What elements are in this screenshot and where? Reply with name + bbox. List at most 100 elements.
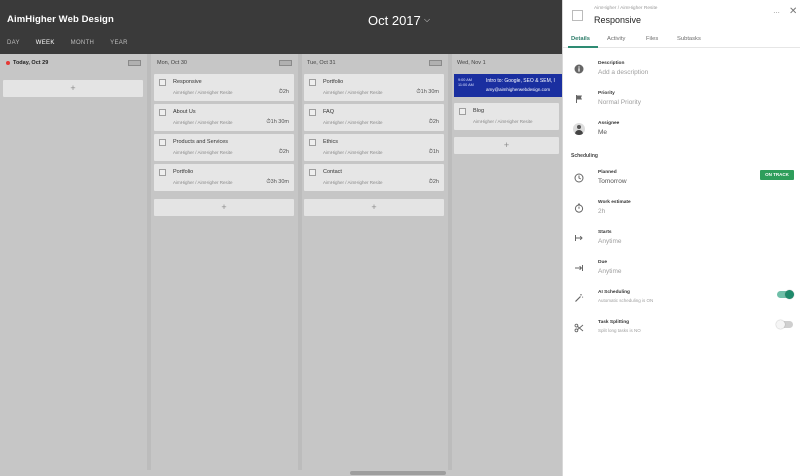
tab-subtasks[interactable]: Subtasks xyxy=(677,36,701,42)
task-duration: ⏱2h xyxy=(278,149,289,155)
task-card[interactable]: Ethics AimHigher / AimHigher Resite ⏱1h xyxy=(304,134,444,161)
month-title[interactable]: Oct 2017 xyxy=(368,13,421,28)
task-checkbox[interactable] xyxy=(309,109,316,116)
day-header: Mon, Oct 30 xyxy=(157,60,187,66)
description-row[interactable]: Description Add a description xyxy=(563,59,800,87)
description-input[interactable]: Add a description xyxy=(598,69,648,76)
due-arrow-icon xyxy=(573,263,585,275)
assignee-row[interactable]: Assignee Me xyxy=(563,119,800,147)
day-capacity-indicator xyxy=(128,60,141,66)
panel-tabs: Details Activity Files Subtasks xyxy=(563,30,800,48)
task-checkbox[interactable] xyxy=(159,109,166,116)
task-duration: ⏱1h 30m xyxy=(416,89,439,95)
view-switcher: DAY WEEK MONTH YEAR xyxy=(0,40,137,52)
clock-icon xyxy=(573,173,585,185)
task-card[interactable]: Blog AimHigher / AimHigher Resite xyxy=(454,103,559,130)
work-estimate-row[interactable]: Work estimate 2h xyxy=(563,198,800,226)
view-tab-day[interactable]: DAY xyxy=(7,40,20,52)
add-task-button[interactable]: + xyxy=(154,199,294,216)
task-checkbox[interactable] xyxy=(309,169,316,176)
tab-activity[interactable]: Activity xyxy=(607,36,625,42)
task-checkbox[interactable] xyxy=(159,169,166,176)
start-arrow-icon xyxy=(573,233,585,245)
assignee-value[interactable]: Me xyxy=(598,129,607,136)
starts-label: Starts xyxy=(598,230,612,235)
task-card[interactable]: Responsive AimHigher / AimHigher Resite … xyxy=(154,74,294,101)
view-tab-week[interactable]: WEEK xyxy=(36,40,55,52)
active-tab-indicator xyxy=(568,46,598,48)
add-task-button[interactable]: + xyxy=(3,80,143,97)
add-task-button[interactable]: + xyxy=(454,137,559,154)
status-badge: ON TRACK xyxy=(760,170,794,180)
description-label: Description xyxy=(598,61,625,66)
day-header: Wed, Nov 1 xyxy=(457,60,486,66)
avatar xyxy=(573,123,585,135)
event-email: amy@aimhigherwebdesign.com xyxy=(486,87,551,92)
ai-scheduling-toggle[interactable] xyxy=(777,290,794,299)
ai-scheduling-status: Automatic scheduling is ON xyxy=(598,298,654,303)
breadcrumb[interactable]: AimHigher / AimHigher Resite xyxy=(594,6,657,11)
add-task-button[interactable]: + xyxy=(304,199,444,216)
more-options-icon[interactable]: ··· xyxy=(773,8,780,17)
task-duration: ⏱3h 30m xyxy=(266,179,289,185)
event-time: 9:00 AM 11:00 AM xyxy=(458,78,474,87)
planned-value[interactable]: Tomorrow xyxy=(598,178,627,185)
priority-label: Priority xyxy=(598,91,615,96)
starts-value[interactable]: Anytime xyxy=(598,238,621,245)
day-column-wed: Wed, Nov 1 Blog AimHigher / AimHigher Re… xyxy=(451,54,562,470)
task-checkbox[interactable] xyxy=(309,79,316,86)
task-project: AimHigher / AimHigher Resite xyxy=(473,119,533,124)
day-column-today: Today, Oct 29 + xyxy=(0,54,147,470)
day-header: Tue, Oct 31 xyxy=(307,60,336,66)
task-splitting-toggle[interactable] xyxy=(776,320,793,329)
day-capacity-indicator xyxy=(279,60,292,66)
task-duration: ⏱2h xyxy=(428,119,439,125)
task-checkbox[interactable] xyxy=(309,139,316,146)
view-tab-month[interactable]: MONTH xyxy=(71,40,95,52)
magic-wand-icon xyxy=(573,293,585,305)
planned-label: Planned xyxy=(598,170,617,175)
task-splitting-row: Task Splitting Split long tasks is NO xyxy=(563,318,800,346)
day-column-mon: Mon, Oct 30 Responsive AimHigher / AimHi… xyxy=(151,54,298,470)
due-value[interactable]: Anytime xyxy=(598,268,621,275)
due-row[interactable]: Due Anytime xyxy=(563,258,800,286)
task-project: AimHigher / AimHigher Resite xyxy=(323,90,383,95)
task-checkbox[interactable] xyxy=(459,108,466,115)
priority-value[interactable]: Normal Priority xyxy=(598,99,641,106)
task-project: AimHigher / AimHigher Resite xyxy=(173,180,233,185)
day-column-tue: Tue, Oct 31 Portfolio AimHigher / AimHig… xyxy=(301,54,448,470)
scheduling-section-header: Scheduling xyxy=(571,153,598,159)
task-card[interactable]: Products and Services AimHigher / AimHig… xyxy=(154,134,294,161)
assignee-label: Assignee xyxy=(598,121,620,126)
task-title[interactable]: Responsive xyxy=(594,15,641,25)
scissors-icon xyxy=(573,323,585,335)
task-duration: ⏱1h xyxy=(428,149,439,155)
flag-icon xyxy=(573,94,585,106)
day-header: Today, Oct 29 xyxy=(6,60,48,66)
work-estimate-value[interactable]: 2h xyxy=(598,208,605,215)
task-card[interactable]: Portfolio AimHigher / AimHigher Resite ⏱… xyxy=(304,74,444,101)
close-icon[interactable]: ✕ xyxy=(789,6,797,17)
ai-scheduling-row: AI Scheduling Automatic scheduling is ON xyxy=(563,288,800,316)
starts-row[interactable]: Starts Anytime xyxy=(563,228,800,256)
app-title[interactable]: AimHigher Web Design xyxy=(7,14,114,25)
task-card[interactable]: Portfolio AimHigher / AimHigher Resite ⏱… xyxy=(154,164,294,191)
task-card[interactable]: Contact AimHigher / AimHigher Resite ⏱2h xyxy=(304,164,444,191)
task-checkbox[interactable] xyxy=(159,139,166,146)
task-complete-checkbox[interactable] xyxy=(572,10,583,21)
task-name: Products and Services xyxy=(173,139,229,145)
task-project: AimHigher / AimHigher Resite xyxy=(323,180,383,185)
tab-files[interactable]: Files xyxy=(646,36,658,42)
task-project: AimHigher / AimHigher Resite xyxy=(173,120,233,125)
priority-row[interactable]: Priority Normal Priority xyxy=(563,89,800,117)
task-card[interactable]: About Us AimHigher / AimHigher Resite ⏱1… xyxy=(154,104,294,131)
tab-details[interactable]: Details xyxy=(571,36,590,42)
chevron-down-icon[interactable]: ⌵ xyxy=(424,15,430,25)
calendar-event[interactable]: 9:00 AM 11:00 AM Intro to: Google, SEO & … xyxy=(454,74,562,97)
view-tab-year[interactable]: YEAR xyxy=(110,40,128,52)
due-label: Due xyxy=(598,260,608,265)
planned-row[interactable]: Planned Tomorrow ON TRACK xyxy=(563,168,800,196)
horizontal-scrollbar[interactable] xyxy=(350,471,446,475)
task-checkbox[interactable] xyxy=(159,79,166,86)
task-card[interactable]: FAQ AimHigher / AimHigher Resite ⏱2h xyxy=(304,104,444,131)
